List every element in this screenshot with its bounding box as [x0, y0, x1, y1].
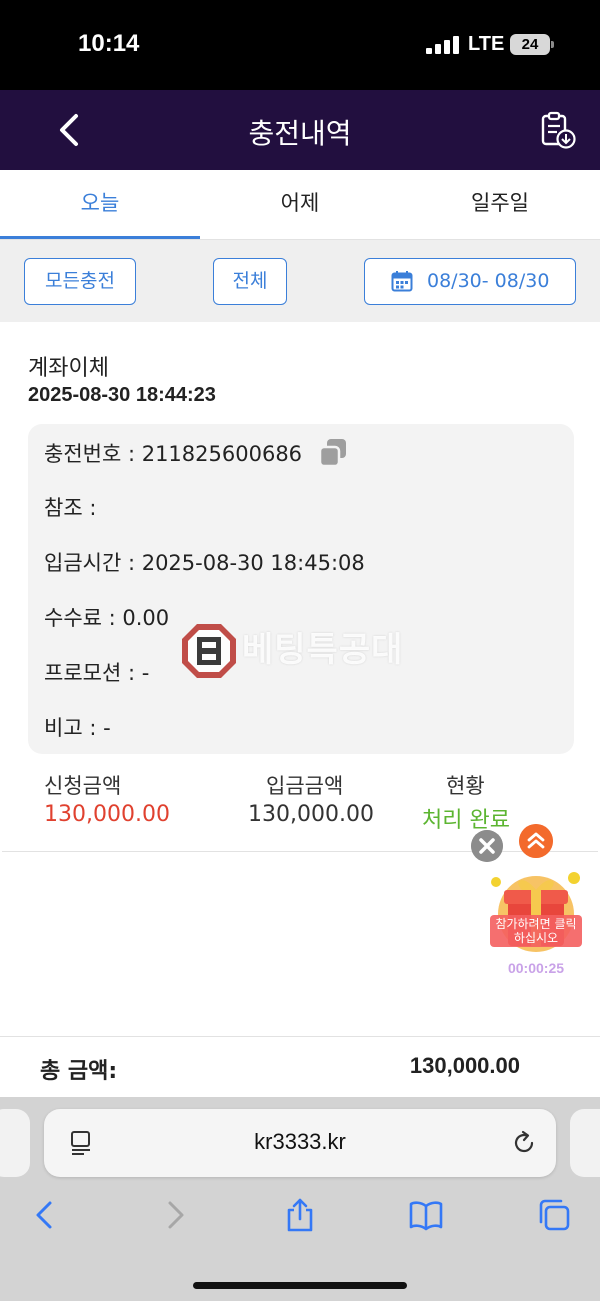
- active-tab-indicator: [0, 236, 200, 239]
- next-tab-preview[interactable]: [570, 1109, 600, 1177]
- deposit-time: 입금시간 : 2025-08-30 18:45:08: [44, 551, 365, 575]
- requested-amount: 130,000.00: [44, 802, 170, 827]
- watermark-text: 베팅특공대: [242, 630, 404, 670]
- note: 비고 : -: [44, 716, 111, 740]
- previous-tab-preview[interactable]: [0, 1109, 30, 1177]
- status-time: 10:14: [78, 30, 140, 57]
- tab-week[interactable]: 일주일: [400, 170, 600, 240]
- home-indicator: [193, 1282, 407, 1289]
- status-filter[interactable]: 전체: [213, 258, 287, 305]
- scroll-top-icon[interactable]: [519, 824, 553, 858]
- page-title: 충전내역: [248, 117, 352, 150]
- date-range-label: 08/30- 08/30: [427, 270, 550, 292]
- address-bar[interactable]: kr3333.kr: [44, 1109, 556, 1177]
- reference: 참조 :: [44, 496, 97, 520]
- fee: 수수료 : 0.00: [44, 606, 170, 630]
- signal-icon: [426, 36, 460, 54]
- download-list-icon[interactable]: [538, 110, 578, 150]
- network-label: LTE: [468, 33, 505, 55]
- url-text: kr3333.kr: [254, 1129, 346, 1154]
- share-icon[interactable]: [282, 1197, 318, 1233]
- charge-record-card: 계좌이체 2025-08-30 18:44:23 충전번호 : 21182560…: [2, 322, 598, 852]
- deposited-amount: 130,000.00: [248, 802, 374, 827]
- date-range-button[interactable]: 08/30- 08/30: [364, 258, 576, 305]
- calendar-icon: [391, 271, 413, 292]
- gift-timer: 00:00:25: [507, 960, 565, 976]
- battery-tip: [551, 41, 554, 48]
- total-bar: 총 금액: 130,000.00: [0, 1036, 600, 1098]
- filter-bar: 모든충전 전체 08/30- 08/30: [0, 240, 600, 322]
- app-header: 충전내역: [0, 90, 600, 170]
- record-datetime: 2025-08-30 18:44:23: [28, 384, 216, 406]
- watermark-logo-icon: [182, 624, 236, 678]
- tab-yesterday[interactable]: 어제: [200, 170, 400, 240]
- detail-box: 충전번호 : 211825600686 참조 : 입금시간 : 2025-08-…: [28, 424, 574, 754]
- browser-forward-icon[interactable]: [158, 1197, 194, 1233]
- total-value: 130,000.00: [409, 1053, 520, 1078]
- reload-icon[interactable]: [510, 1129, 538, 1157]
- copy-icon[interactable]: [316, 436, 350, 470]
- battery-icon: 24: [510, 34, 550, 55]
- charge-number: 충전번호 : 211825600686: [44, 442, 303, 466]
- bookmarks-icon[interactable]: [408, 1197, 444, 1233]
- browser-back-icon[interactable]: [28, 1197, 64, 1233]
- charge-type-filter[interactable]: 모든충전: [24, 258, 136, 305]
- watermark: 베팅특공대: [180, 622, 430, 682]
- tabs-icon[interactable]: [536, 1197, 572, 1233]
- close-icon[interactable]: [471, 830, 503, 862]
- payment-method: 계좌이체: [28, 356, 109, 381]
- status-label: 현황: [446, 774, 485, 798]
- tab-today[interactable]: 오늘: [0, 170, 200, 240]
- requested-amount-label: 신청금액: [44, 774, 122, 798]
- deposited-amount-label: 입금금액: [266, 774, 344, 798]
- total-label: 총 금액:: [40, 1059, 118, 1084]
- status-bar: 10:14 LTE 24: [0, 0, 600, 90]
- promotion: 프로모션 : -: [44, 661, 150, 685]
- status-value: 처리 완료: [422, 808, 510, 833]
- gift-label[interactable]: 참가하려면 클릭하십시오: [490, 915, 582, 947]
- date-tabs: 오늘 어제 일주일: [0, 170, 600, 240]
- browser-toolbar: kr3333.kr: [0, 1097, 600, 1301]
